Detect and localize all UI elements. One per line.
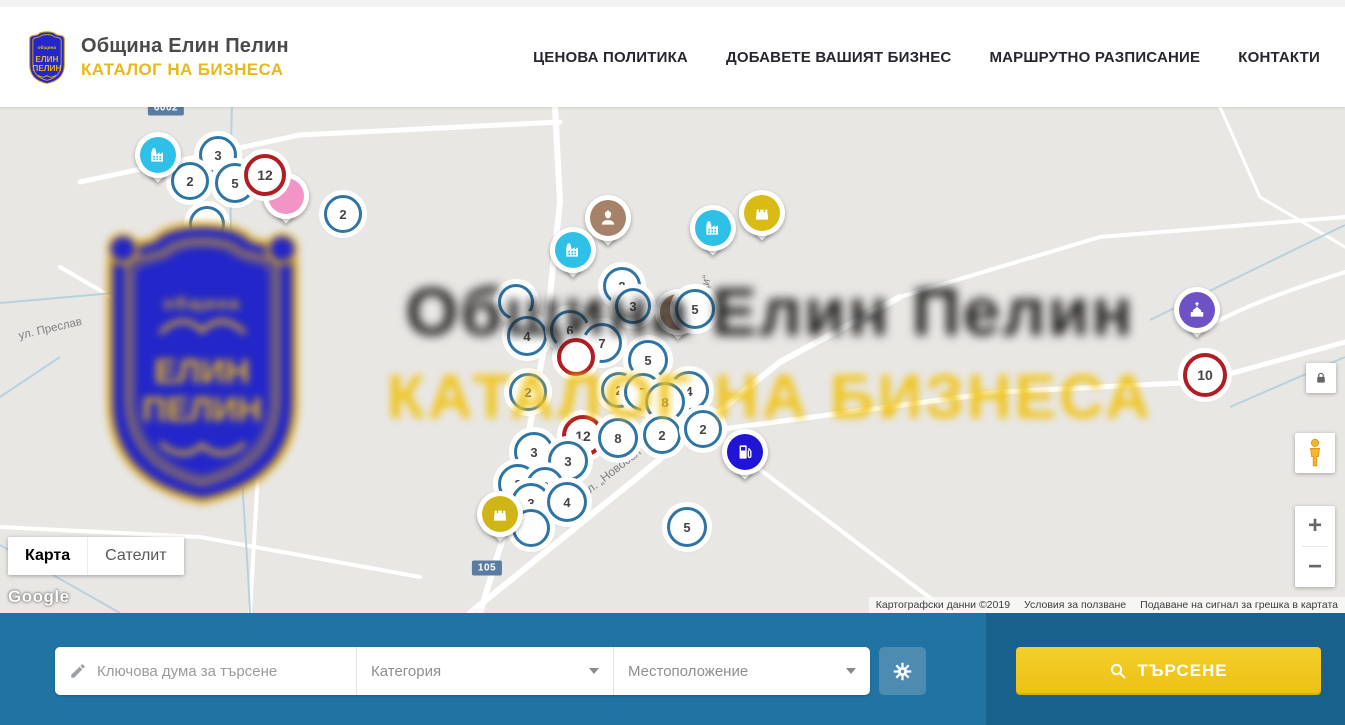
svg-text:ЕЛИН: ЕЛИН xyxy=(35,55,58,64)
pencil-icon xyxy=(69,662,87,680)
map-type-map-button[interactable]: Карта xyxy=(8,537,87,575)
map[interactable]: 6002 105 ул. Преслав бул. „Новосел щи“ 3… xyxy=(0,107,1345,613)
page: община ЕЛИН ПЕЛИН Община Елин Пелин КАТА… xyxy=(0,0,1345,725)
municipality-crest-icon: община ЕЛИН ПЕЛИН xyxy=(25,28,69,86)
search-field-group: Категория Местоположение xyxy=(55,647,870,695)
bag-pin[interactable] xyxy=(739,190,785,236)
nav-item-route-schedule[interactable]: МАРШРУТНО РАЗПИСАНИЕ xyxy=(989,49,1200,66)
pin-head xyxy=(739,190,785,236)
factory-pin[interactable] xyxy=(690,205,736,251)
watermark-subtitle: КАТАЛОГ НА БИЗНЕСА xyxy=(335,362,1205,433)
site-title: Община Елин Пелин xyxy=(81,35,289,58)
search-button[interactable]: ТЪРСЕНЕ xyxy=(1016,647,1321,695)
pegman-icon xyxy=(1304,438,1326,468)
factory-icon xyxy=(695,210,731,246)
header: община ЕЛИН ПЕЛИН Община Елин Пелин КАТА… xyxy=(0,7,1345,107)
site-title-block: Община Елин Пелин КАТАЛОГ НА БИЗНЕСА xyxy=(81,35,289,80)
map-type-satellite-button[interactable]: Сателит xyxy=(87,537,183,575)
fuel-icon xyxy=(727,434,763,470)
watermark-crest: община ЕЛИН ПЕЛИН xyxy=(85,211,320,508)
factory-icon xyxy=(555,232,591,268)
road-shield-105: 105 xyxy=(472,561,502,576)
category-select[interactable]: Категория xyxy=(356,647,613,695)
svg-text:ПЕЛИН: ПЕЛИН xyxy=(142,391,262,429)
window-top-strip xyxy=(0,0,1345,7)
lock-icon xyxy=(1314,371,1328,385)
pin-head xyxy=(477,491,523,537)
search-icon xyxy=(1109,662,1127,680)
bag-pin[interactable] xyxy=(477,491,523,537)
road-shield-6002: 6002 xyxy=(148,107,184,116)
svg-text:ПЕЛИН: ПЕЛИН xyxy=(32,64,61,73)
cluster-marker[interactable]: 2 xyxy=(324,195,362,233)
map-type-control: Карта Сателит xyxy=(8,537,184,575)
svg-text:ЕЛИН: ЕЛИН xyxy=(154,353,250,391)
chevron-down-icon xyxy=(589,668,599,674)
bag-icon xyxy=(744,195,780,231)
cluster-marker[interactable]: 4 xyxy=(547,482,587,522)
gear-icon xyxy=(892,661,913,682)
pin-head xyxy=(722,429,768,475)
cluster-marker[interactable]: 5 xyxy=(667,507,707,547)
factory-pin[interactable] xyxy=(135,132,181,178)
pegman-button[interactable] xyxy=(1295,433,1335,473)
svg-text:община: община xyxy=(163,294,240,313)
location-select[interactable]: Местоположение xyxy=(613,647,870,695)
category-select-value: Категория xyxy=(371,663,441,680)
fuel-pin[interactable] xyxy=(722,429,768,475)
attribution-terms-link[interactable]: Условия за ползване xyxy=(1017,599,1133,611)
lock-button[interactable] xyxy=(1306,363,1336,393)
location-select-value: Местоположение xyxy=(628,663,748,680)
search-button-label: ТЪРСЕНЕ xyxy=(1137,661,1227,681)
pin-head xyxy=(550,227,596,273)
keyword-search-input[interactable] xyxy=(97,663,346,680)
site-logo[interactable]: община ЕЛИН ПЕЛИН Община Елин Пелин КАТА… xyxy=(25,28,289,86)
attribution-report-error-link[interactable]: Подаване на сигнал за грешка в картата xyxy=(1133,599,1345,611)
keyword-field[interactable] xyxy=(55,647,356,695)
factory-pin[interactable] xyxy=(550,227,596,273)
site-subtitle: КАТАЛОГ НА БИЗНЕСА xyxy=(81,60,289,80)
chevron-down-icon xyxy=(846,668,856,674)
zoom-control: + − xyxy=(1295,506,1335,587)
attribution-copyright: Картографски данни ©2019 xyxy=(869,599,1017,611)
advanced-settings-button[interactable] xyxy=(879,647,926,695)
pin-head xyxy=(135,132,181,178)
cluster-marker[interactable]: 12 xyxy=(244,154,286,196)
search-bar: Категория Местоположение xyxy=(0,613,1345,725)
bag-icon xyxy=(482,496,518,532)
watermark-title: Община Елин Пелин xyxy=(330,273,1210,351)
nav-item-contacts[interactable]: КОНТАКТИ xyxy=(1238,49,1320,66)
nav-item-add-business[interactable]: ДОБАВЕТЕ ВАШИЯТ БИЗНЕС xyxy=(726,49,951,66)
nav-item-pricing[interactable]: ЦЕНОВА ПОЛИТИКА xyxy=(533,49,688,66)
map-attribution: Картографски данни ©2019 Условия за полз… xyxy=(869,597,1345,613)
zoom-in-button[interactable]: + xyxy=(1295,506,1335,546)
zoom-out-button[interactable]: − xyxy=(1295,547,1335,587)
pin-head xyxy=(690,205,736,251)
main-nav: ЦЕНОВА ПОЛИТИКА ДОБАВЕТЕ ВАШИЯТ БИЗНЕС М… xyxy=(533,49,1320,66)
google-logo[interactable]: Google xyxy=(8,587,70,607)
factory-icon xyxy=(140,137,176,173)
